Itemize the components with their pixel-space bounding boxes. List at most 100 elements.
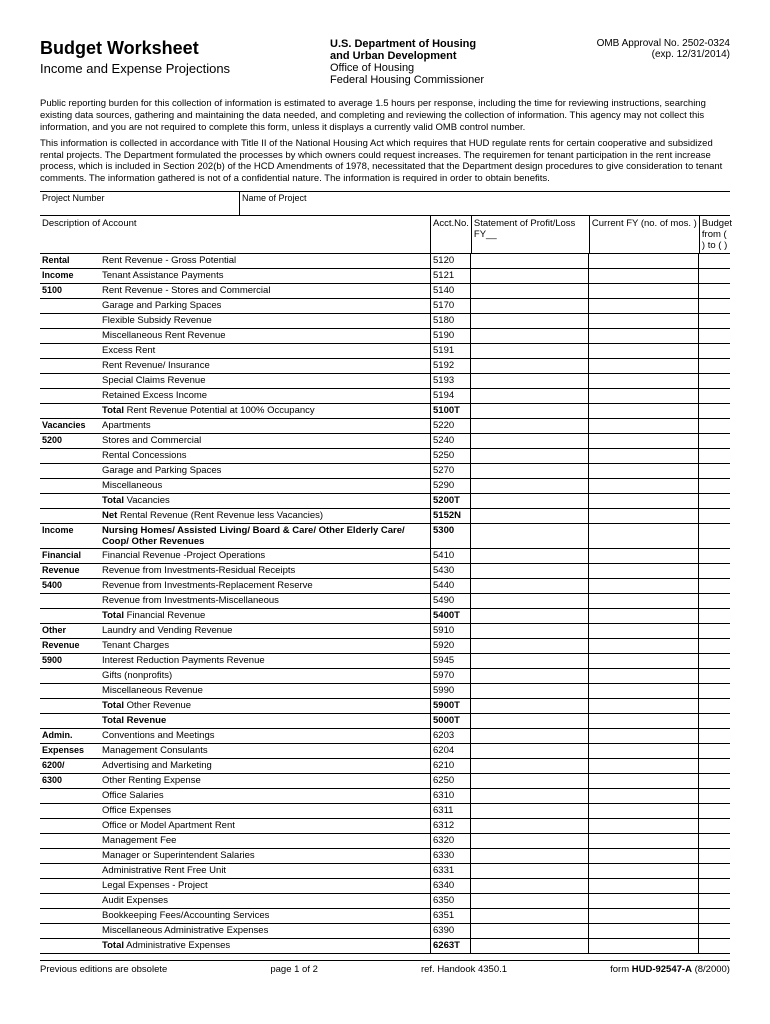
current-fy-cell[interactable] bbox=[588, 834, 698, 848]
statement-cell[interactable] bbox=[470, 654, 588, 668]
budget-cell[interactable] bbox=[698, 269, 730, 283]
current-fy-cell[interactable] bbox=[588, 729, 698, 743]
statement-cell[interactable] bbox=[470, 909, 588, 923]
current-fy-cell[interactable] bbox=[588, 639, 698, 653]
current-fy-cell[interactable] bbox=[588, 684, 698, 698]
current-fy-cell[interactable] bbox=[588, 609, 698, 623]
statement-cell[interactable] bbox=[470, 344, 588, 358]
current-fy-cell[interactable] bbox=[588, 804, 698, 818]
statement-cell[interactable] bbox=[470, 759, 588, 773]
budget-cell[interactable] bbox=[698, 494, 730, 508]
statement-cell[interactable] bbox=[470, 834, 588, 848]
statement-cell[interactable] bbox=[470, 684, 588, 698]
current-fy-cell[interactable] bbox=[588, 894, 698, 908]
statement-cell[interactable] bbox=[470, 699, 588, 713]
current-fy-cell[interactable] bbox=[588, 549, 698, 563]
current-fy-cell[interactable] bbox=[588, 329, 698, 343]
statement-cell[interactable] bbox=[470, 819, 588, 833]
budget-cell[interactable] bbox=[698, 894, 730, 908]
statement-cell[interactable] bbox=[470, 269, 588, 283]
statement-cell[interactable] bbox=[470, 314, 588, 328]
budget-cell[interactable] bbox=[698, 359, 730, 373]
statement-cell[interactable] bbox=[470, 419, 588, 433]
budget-cell[interactable] bbox=[698, 579, 730, 593]
current-fy-cell[interactable] bbox=[588, 359, 698, 373]
statement-cell[interactable] bbox=[470, 464, 588, 478]
budget-cell[interactable] bbox=[698, 434, 730, 448]
current-fy-cell[interactable] bbox=[588, 819, 698, 833]
budget-cell[interactable] bbox=[698, 729, 730, 743]
statement-cell[interactable] bbox=[470, 549, 588, 563]
budget-cell[interactable] bbox=[698, 759, 730, 773]
current-fy-cell[interactable] bbox=[588, 654, 698, 668]
current-fy-cell[interactable] bbox=[588, 464, 698, 478]
budget-cell[interactable] bbox=[698, 744, 730, 758]
current-fy-cell[interactable] bbox=[588, 434, 698, 448]
budget-cell[interactable] bbox=[698, 549, 730, 563]
budget-cell[interactable] bbox=[698, 404, 730, 418]
budget-cell[interactable] bbox=[698, 789, 730, 803]
current-fy-cell[interactable] bbox=[588, 939, 698, 953]
current-fy-cell[interactable] bbox=[588, 579, 698, 593]
budget-cell[interactable] bbox=[698, 609, 730, 623]
statement-cell[interactable] bbox=[470, 374, 588, 388]
budget-cell[interactable] bbox=[698, 804, 730, 818]
current-fy-cell[interactable] bbox=[588, 759, 698, 773]
current-fy-cell[interactable] bbox=[588, 269, 698, 283]
statement-cell[interactable] bbox=[470, 639, 588, 653]
current-fy-cell[interactable] bbox=[588, 419, 698, 433]
statement-cell[interactable] bbox=[470, 804, 588, 818]
budget-cell[interactable] bbox=[698, 564, 730, 578]
budget-cell[interactable] bbox=[698, 879, 730, 893]
budget-cell[interactable] bbox=[698, 389, 730, 403]
budget-cell[interactable] bbox=[698, 669, 730, 683]
current-fy-cell[interactable] bbox=[588, 699, 698, 713]
statement-cell[interactable] bbox=[470, 729, 588, 743]
statement-cell[interactable] bbox=[470, 774, 588, 788]
current-fy-cell[interactable] bbox=[588, 909, 698, 923]
current-fy-cell[interactable] bbox=[588, 509, 698, 523]
budget-cell[interactable] bbox=[698, 714, 730, 728]
budget-cell[interactable] bbox=[698, 314, 730, 328]
statement-cell[interactable] bbox=[470, 609, 588, 623]
budget-cell[interactable] bbox=[698, 594, 730, 608]
budget-cell[interactable] bbox=[698, 699, 730, 713]
current-fy-cell[interactable] bbox=[588, 789, 698, 803]
current-fy-cell[interactable] bbox=[588, 449, 698, 463]
current-fy-cell[interactable] bbox=[588, 594, 698, 608]
budget-cell[interactable] bbox=[698, 299, 730, 313]
statement-cell[interactable] bbox=[470, 939, 588, 953]
current-fy-cell[interactable] bbox=[588, 624, 698, 638]
current-fy-cell[interactable] bbox=[588, 314, 698, 328]
statement-cell[interactable] bbox=[470, 714, 588, 728]
statement-cell[interactable] bbox=[470, 509, 588, 523]
current-fy-cell[interactable] bbox=[588, 669, 698, 683]
budget-cell[interactable] bbox=[698, 254, 730, 268]
statement-cell[interactable] bbox=[470, 254, 588, 268]
current-fy-cell[interactable] bbox=[588, 774, 698, 788]
budget-cell[interactable] bbox=[698, 464, 730, 478]
budget-cell[interactable] bbox=[698, 849, 730, 863]
statement-cell[interactable] bbox=[470, 524, 588, 548]
current-fy-cell[interactable] bbox=[588, 564, 698, 578]
current-fy-cell[interactable] bbox=[588, 254, 698, 268]
statement-cell[interactable] bbox=[470, 744, 588, 758]
current-fy-cell[interactable] bbox=[588, 849, 698, 863]
statement-cell[interactable] bbox=[470, 879, 588, 893]
statement-cell[interactable] bbox=[470, 284, 588, 298]
statement-cell[interactable] bbox=[470, 494, 588, 508]
current-fy-cell[interactable] bbox=[588, 744, 698, 758]
budget-cell[interactable] bbox=[698, 639, 730, 653]
budget-cell[interactable] bbox=[698, 684, 730, 698]
current-fy-cell[interactable] bbox=[588, 479, 698, 493]
statement-cell[interactable] bbox=[470, 894, 588, 908]
budget-cell[interactable] bbox=[698, 624, 730, 638]
statement-cell[interactable] bbox=[470, 849, 588, 863]
current-fy-cell[interactable] bbox=[588, 924, 698, 938]
budget-cell[interactable] bbox=[698, 939, 730, 953]
statement-cell[interactable] bbox=[470, 594, 588, 608]
project-name-label[interactable]: Name of Project bbox=[240, 192, 730, 215]
budget-cell[interactable] bbox=[698, 909, 730, 923]
current-fy-cell[interactable] bbox=[588, 494, 698, 508]
statement-cell[interactable] bbox=[470, 669, 588, 683]
